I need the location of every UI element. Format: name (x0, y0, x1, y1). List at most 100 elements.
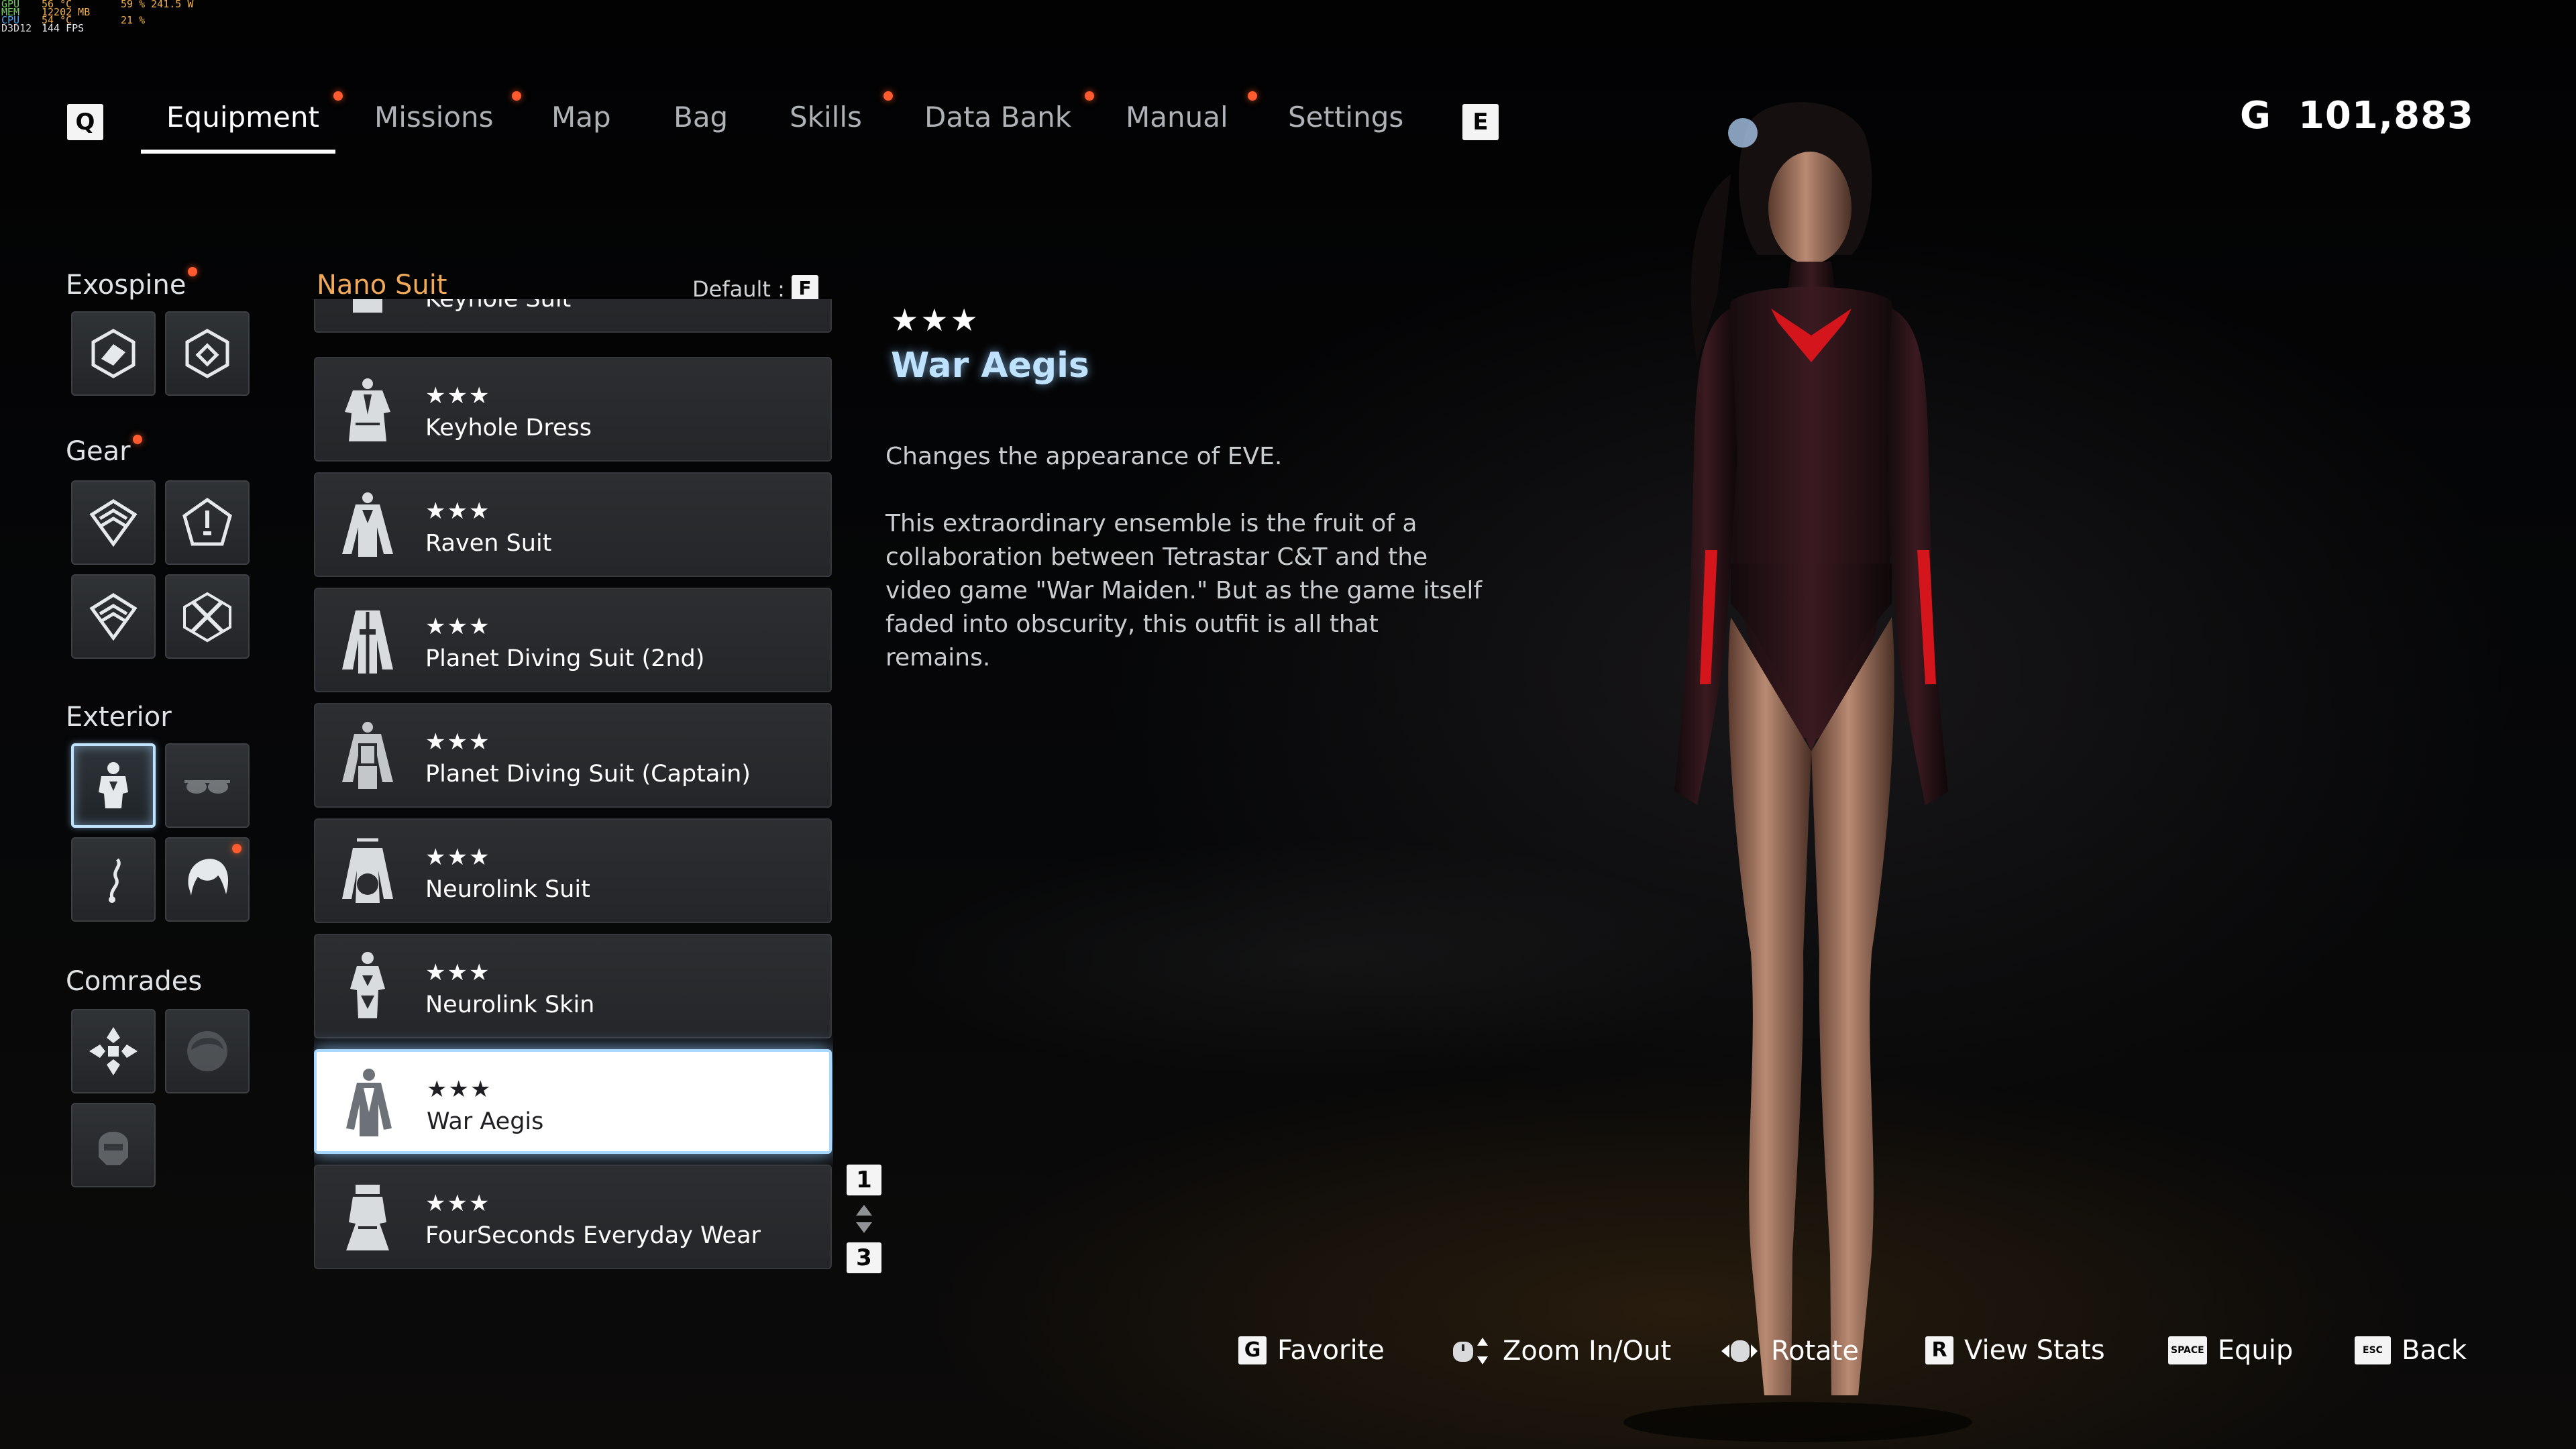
character-right-leg (1811, 617, 1894, 1395)
character-shadow (1623, 1402, 1972, 1442)
list-item-neurolink-suit[interactable]: ★★★ Neurolink Suit (314, 818, 832, 923)
character-right-arm (1885, 309, 1948, 805)
page-up-key[interactable]: 1 (847, 1165, 881, 1195)
character-head (1768, 152, 1851, 264)
gear-slot-4[interactable] (165, 574, 250, 659)
category-comrades-label: Comrades (66, 966, 203, 997)
equipment-screen: GPU 56 °C 59 % 241.5 W MEM 12202 MB CPU 54 °… (0, 0, 2576, 1449)
tab-skills[interactable]: Skills (790, 101, 862, 133)
favorite-label: Favorite (1277, 1335, 1385, 1366)
tab-map[interactable]: Map (551, 101, 611, 133)
comrades-slot-helmet[interactable] (71, 1103, 156, 1187)
gear-slot-1[interactable] (71, 480, 156, 565)
hint-back[interactable]: ESC Back (2355, 1335, 2467, 1366)
sort-key[interactable]: F (792, 275, 818, 302)
item-name: Keyhole Dress (425, 415, 592, 441)
perf-row-gpu: GPU 56 °C 59 % 241.5 W (1, 0, 194, 10)
currency-display: G 101,883 (2240, 94, 2474, 138)
gear-crossed-blades-icon (183, 592, 231, 643)
companion-portrait-icon (187, 1031, 227, 1071)
list-item-keyhole-dress[interactable]: ★★★ Keyhole Dress (314, 357, 832, 462)
tab-bag[interactable]: Bag (674, 101, 728, 133)
character-left-leg (1728, 617, 1811, 1395)
tab-data-bank-notification-dot (1085, 91, 1094, 101)
hint-equip[interactable]: SPACE Equip (2168, 1335, 2293, 1366)
list-item-fourseconds-everyday-wear[interactable]: ★★★ FourSeconds Everyday Wear (314, 1165, 832, 1269)
hint-favorite[interactable]: G Favorite (1238, 1335, 1385, 1366)
nano-suit-list[interactable]: ★★★ Keyhole Suit ★★★ Keyhole Dress ★★★ R… (314, 299, 833, 1279)
page-down-key[interactable]: 3 (847, 1242, 881, 1273)
item-rarity-stars: ★★★ (425, 382, 491, 409)
nano-suit-icon (99, 762, 128, 808)
tab-missions[interactable]: Missions (374, 101, 494, 133)
detail-description-line: faded into obscurity, this outfit is all… (885, 610, 1379, 638)
detail-rarity-stars: ★★★ (891, 302, 980, 338)
glasses-icon (184, 780, 230, 794)
mouse-wheel-icon (1453, 1338, 1488, 1364)
active-tab-underline (141, 150, 335, 154)
gear-shield-icon (89, 499, 138, 547)
item-name: Neurolink Suit (425, 876, 590, 903)
gear-chevron-icon (89, 593, 138, 641)
raven-suit-thumbnail-icon (342, 492, 393, 557)
rotate-label: Rotate (1771, 1336, 1859, 1366)
item-name: War Aegis (427, 1108, 544, 1135)
character-model-preview[interactable] (1529, 80, 2039, 1449)
comrades-slot-companion[interactable] (165, 1009, 250, 1093)
exterior-slot-nano-suit[interactable] (71, 743, 156, 828)
tab-data-bank[interactable]: Data Bank (924, 101, 1071, 133)
prev-tab-key[interactable]: Q (67, 104, 103, 140)
tab-settings[interactable]: Settings (1288, 101, 1403, 133)
exospine-slot-1[interactable] (71, 311, 156, 396)
list-item-neurolink-skin[interactable]: ★★★ Neurolink Skin (314, 934, 832, 1038)
detail-description-line: video game "War Maiden." But as the game… (885, 577, 1483, 604)
page-scroll-arrows-icon (856, 1205, 872, 1233)
list-item-raven-suit[interactable]: ★★★ Raven Suit (314, 472, 832, 577)
hair-icon (188, 859, 229, 896)
back-label: Back (2402, 1335, 2467, 1366)
gear-slot-3[interactable] (71, 574, 156, 659)
hint-view-stats[interactable]: R View Stats (1925, 1335, 2105, 1366)
tab-manual[interactable]: Manual (1126, 101, 1228, 133)
next-tab-key[interactable]: E (1462, 104, 1499, 140)
detail-summary: Changes the appearance of EVE. (885, 443, 1283, 470)
everyday-wear-thumbnail-icon (346, 1185, 389, 1250)
item-name: Keyhole Suit (425, 299, 572, 313)
sort-label[interactable]: Default : (692, 276, 785, 302)
exterior-slot-earring[interactable] (71, 837, 156, 922)
comrades-slot-drone[interactable] (71, 1009, 156, 1093)
exterior-slot-glasses[interactable] (165, 743, 250, 828)
item-name: Raven Suit (425, 530, 552, 557)
zoom-label: Zoom In/Out (1503, 1336, 1672, 1366)
tab-equipment-notification-dot (333, 91, 343, 101)
exospine-notification-dot (188, 267, 197, 276)
currency-amount: 101,883 (2298, 94, 2474, 138)
gear-slot-2[interactable] (165, 480, 250, 565)
item-name: FourSeconds Everyday Wear (425, 1222, 761, 1249)
tab-missions-notification-dot (512, 91, 521, 101)
detail-description-line: This extraordinary ensemble is the fruit… (885, 510, 1417, 537)
hint-rotate[interactable]: Rotate (1719, 1335, 1859, 1367)
perf-row-api: D3D12 144 FPS (1, 22, 85, 34)
category-exospine-label: Exospine (66, 270, 186, 301)
dress-thumbnail-icon (345, 378, 390, 441)
list-item-planet-diving-suit-2nd[interactable]: ★★★ Planet Diving Suit (2nd) (314, 588, 832, 692)
exospine-slot-2[interactable] (165, 311, 250, 396)
item-rarity-stars: ★★★ (425, 844, 491, 871)
tab-equipment[interactable]: Equipment (166, 101, 319, 133)
earring-icon (109, 858, 121, 903)
list-item-planet-diving-suit-captain[interactable]: ★★★ Planet Diving Suit (Captain) (314, 703, 832, 808)
hint-zoom[interactable]: Zoom In/Out (1450, 1335, 1671, 1367)
rotate-mouse-icon (1721, 1340, 1758, 1362)
list-item-keyhole-suit[interactable]: ★★★ Keyhole Suit (314, 299, 832, 333)
detail-description-line: remains. (885, 644, 991, 672)
item-name: Neurolink Skin (425, 991, 595, 1018)
diving-suit-thumbnail-icon (342, 610, 393, 674)
item-name: Planet Diving Suit (Captain) (425, 761, 751, 788)
detail-item-title: War Aegis (891, 345, 1089, 386)
list-item-war-aegis[interactable]: ★★★ War Aegis (314, 1049, 832, 1154)
list-category-title: Nano Suit (317, 270, 447, 301)
captain-suit-thumbnail-icon (342, 722, 393, 789)
currency-symbol: G (2239, 94, 2271, 138)
helmet-icon (99, 1132, 128, 1165)
